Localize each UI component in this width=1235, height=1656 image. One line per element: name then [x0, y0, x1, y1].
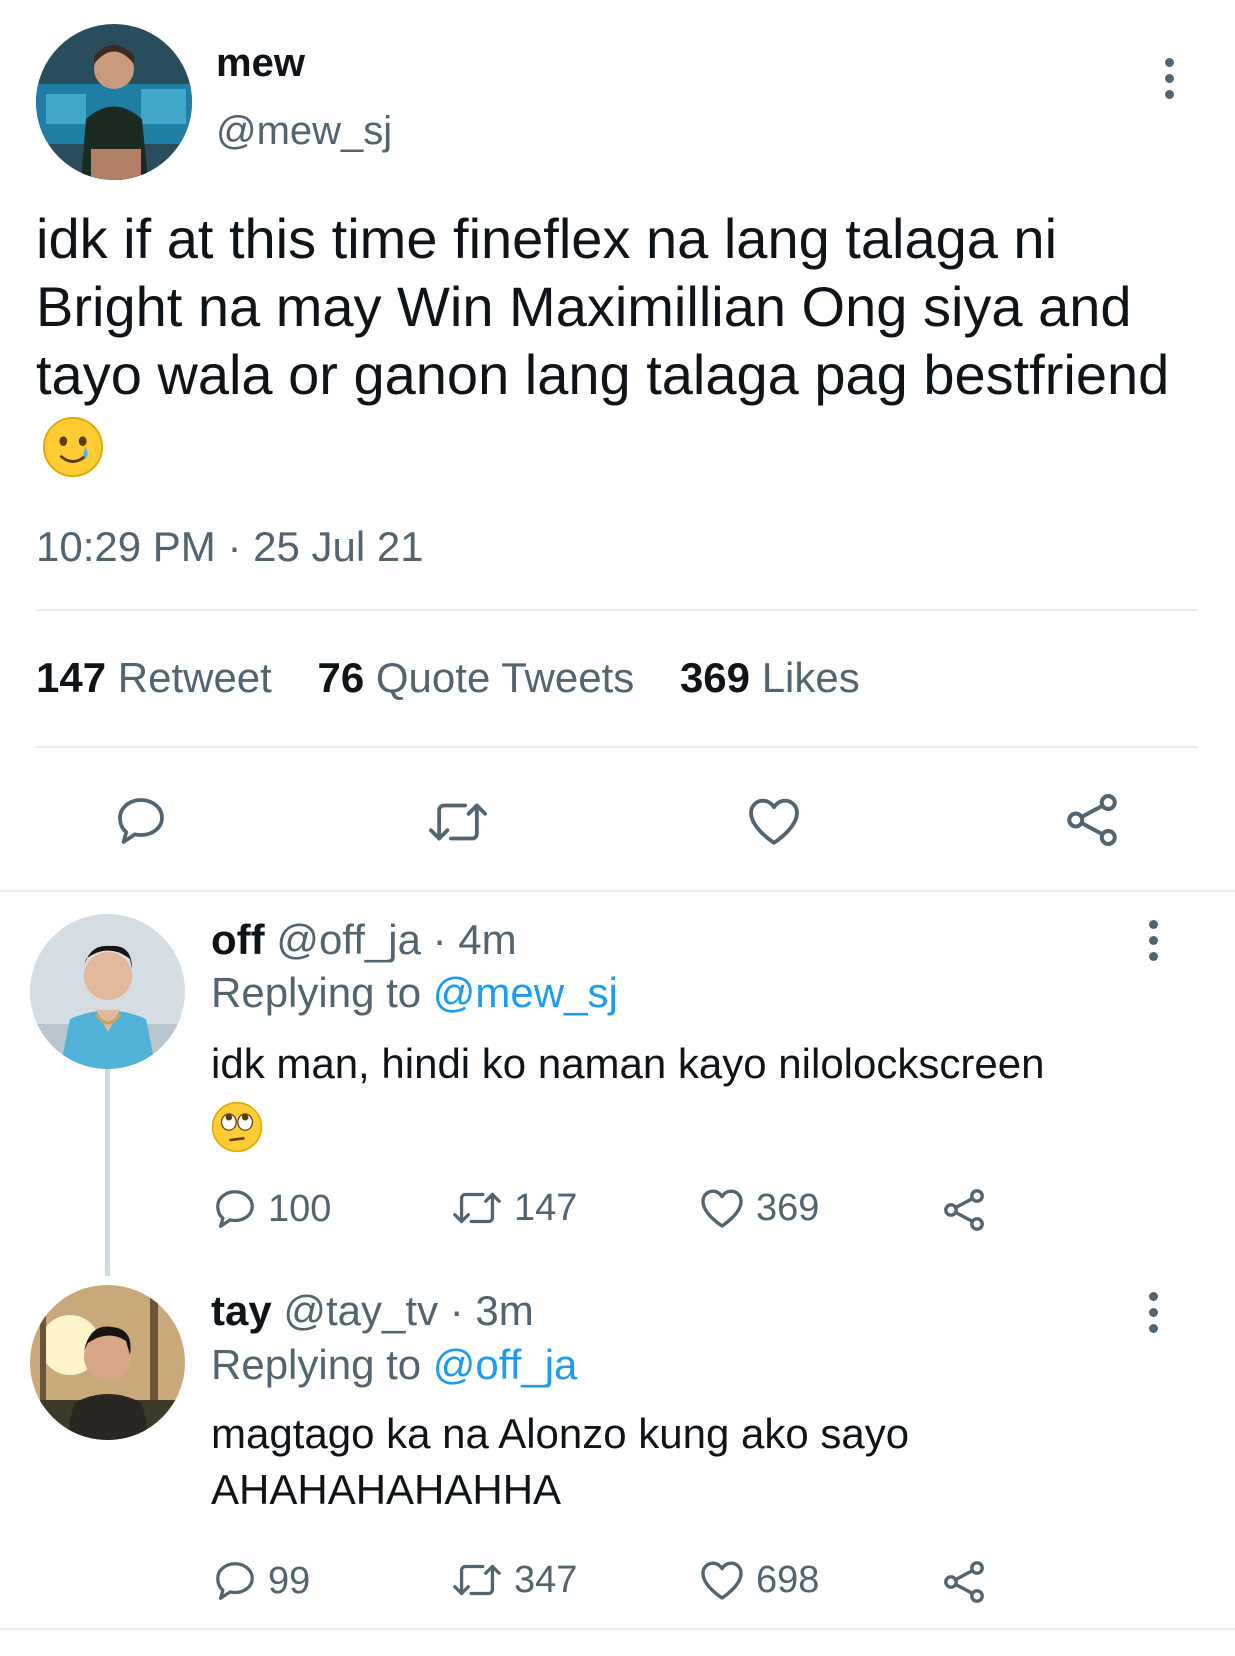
retweet-icon: [453, 1564, 501, 1596]
tweet-stats: 147 Retweet 76 Quote Tweets 369 Likes: [36, 653, 860, 703]
retweet-icon: [453, 1192, 501, 1224]
like-icon: [701, 1189, 743, 1228]
reply-display-name[interactable]: tay: [211, 1287, 272, 1334]
like-count: 369: [756, 1186, 820, 1229]
avatar-mew[interactable]: [36, 24, 192, 180]
replying-to-line: Replying to @mew_sj: [211, 968, 618, 1018]
replying-prefix: Replying to: [211, 1341, 422, 1388]
like-action-off[interactable]: 369: [698, 1186, 819, 1230]
reply-count: 100: [268, 1187, 332, 1230]
section-divider: [0, 890, 1235, 892]
retweet-count: 147: [514, 1186, 578, 1229]
main-tweet-body: idk if at this time fineflex na lang tal…: [36, 207, 1170, 406]
divider-top: [36, 609, 1198, 611]
share-icon[interactable]: [1062, 790, 1122, 850]
reply-header-tay: tay @tay_tv · 3m: [211, 1286, 534, 1336]
thread-line: [105, 1066, 110, 1276]
replying-to-link[interactable]: @mew_sj: [433, 969, 618, 1016]
reply-display-name[interactable]: off: [211, 916, 265, 963]
reply-age[interactable]: 4m: [458, 916, 516, 963]
retweet-icon[interactable]: [425, 796, 491, 848]
share-icon[interactable]: [940, 1186, 988, 1234]
likes-count: 369: [679, 654, 751, 701]
avatar-off[interactable]: [30, 914, 185, 1069]
quotes-count: 76: [317, 654, 365, 701]
like-count: 698: [756, 1558, 820, 1601]
retweets-label: Retweet: [117, 654, 272, 701]
reply-text: idk man, hindi ko naman kayo nilolockscr…: [211, 1034, 1201, 1154]
reply-header-off: off @off_ja · 4m: [211, 915, 517, 965]
face-with-rolling-eyes-icon: [211, 1101, 263, 1153]
bottom-divider: [0, 1628, 1235, 1630]
like-icon[interactable]: [745, 794, 803, 848]
reply-text: magtago ka na Alonzo kung ako sayo AHAHA…: [211, 1410, 910, 1513]
main-tweet-text: idk if at this time fineflex na lang tal…: [36, 205, 1201, 478]
retweets-count: 147: [36, 654, 107, 701]
reply-handle[interactable]: @tay_tv: [283, 1287, 438, 1334]
reply-count: 99: [268, 1559, 311, 1602]
retweet-count: 347: [514, 1558, 578, 1601]
reply-icon: [216, 1190, 254, 1228]
smiling-face-with-tear-icon: [42, 416, 104, 478]
reply-body: idk man, hindi ko naman kayo nilolockscr…: [211, 1040, 1045, 1087]
quotes-label: Quote Tweets: [375, 654, 635, 701]
reply-more-options-icon[interactable]: [1143, 1292, 1163, 1333]
retweets-stat[interactable]: 147 Retweet: [36, 654, 284, 701]
share-icon[interactable]: [940, 1558, 988, 1606]
likes-label: Likes: [761, 654, 860, 701]
likes-stat[interactable]: 369 Likes: [680, 654, 860, 701]
avatar-tay[interactable]: [30, 1285, 185, 1440]
quotes-stat[interactable]: 76 Quote Tweets: [318, 654, 646, 701]
retweet-action-off[interactable]: 147: [450, 1186, 577, 1230]
replying-prefix: Replying to: [211, 969, 422, 1016]
dot-separator: ·: [438, 1287, 476, 1334]
main-date: 25 Jul 21: [253, 523, 424, 570]
divider-stats: [36, 746, 1198, 748]
replying-to-link[interactable]: @off_ja: [433, 1341, 578, 1388]
reply-action-tay[interactable]: 99: [212, 1558, 310, 1604]
reply-action-off[interactable]: 100: [212, 1186, 331, 1232]
reply-icon[interactable]: [112, 793, 170, 849]
main-timestamp[interactable]: 10:29 PM · 25 Jul 21: [36, 522, 424, 572]
retweet-action-tay[interactable]: 347: [450, 1558, 577, 1602]
reply-age[interactable]: 3m: [475, 1287, 533, 1334]
more-options-icon[interactable]: [1159, 58, 1179, 99]
reply-more-options-icon[interactable]: [1143, 920, 1163, 961]
main-handle[interactable]: @mew_sj: [216, 108, 392, 154]
reply-icon: [216, 1562, 254, 1600]
reply-handle[interactable]: @off_ja: [276, 916, 421, 963]
like-action-tay[interactable]: 698: [698, 1558, 819, 1602]
dot-separator: ·: [420, 916, 459, 963]
main-display-name[interactable]: mew: [216, 40, 305, 86]
like-icon: [701, 1561, 743, 1600]
replying-to-line: Replying to @off_ja: [211, 1340, 577, 1390]
main-time: 10:29 PM: [36, 523, 216, 570]
